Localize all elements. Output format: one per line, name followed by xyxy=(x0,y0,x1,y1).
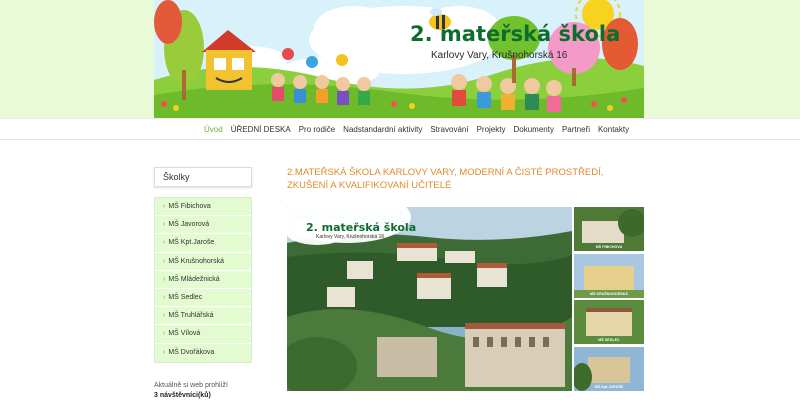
thumbnail-kpt-jarose[interactable]: MŠ Kpt.JAROŠE xyxy=(574,346,644,391)
sidebar-heading: Školky xyxy=(154,167,252,187)
site-title[interactable]: 2. mateřská škola xyxy=(410,22,620,46)
page-heading: 2.MATEŘSKÁ ŠKOLA KARLOVY VARY, MODERNÍ A… xyxy=(287,167,604,191)
header-banner: 2. mateřská škola Karlovy Vary, Krušnoho… xyxy=(154,0,644,118)
sidebar-item-label: MŠ Fibichova xyxy=(168,203,211,210)
sidebar-item-label: MŠ Mládežnická xyxy=(168,275,220,283)
photo-logo-subtitle: Karlovy Vary, Krušnohorská 16 xyxy=(316,234,385,240)
sidebar-item-javorova[interactable]: › MŠ Javorová xyxy=(155,216,251,235)
bullet-icon: › xyxy=(163,239,166,247)
thumbnail-krusnohorska[interactable]: MŠ KRUŠNOHORSKÁ xyxy=(574,253,644,298)
thumbnail-label: MŠ Kpt.JAROŠE xyxy=(594,384,624,389)
bullet-icon: › xyxy=(163,330,166,338)
main-navigation: Úvod ÚŘEDNÍ DESKA Pro rodiče Nadstandard… xyxy=(0,118,800,140)
bullet-icon: › xyxy=(163,257,166,265)
nav-item-dokumenty[interactable]: Dokumenty xyxy=(513,125,553,134)
sidebar-item-label: MŠ Krušnohorská xyxy=(168,257,224,265)
bullet-icon: › xyxy=(163,312,166,320)
visitor-counter: Aktuálně si web prohlíží 3 návštěvníci(k… xyxy=(154,381,228,400)
sidebar-item-krusnohorska[interactable]: › MŠ Krušnohorská xyxy=(155,253,251,271)
thumbnail-sedlec[interactable]: MŠ SEDLEC xyxy=(574,300,644,344)
sidebar-item-label: MŠ Truhlářská xyxy=(168,312,214,320)
photo-logo-title: 2. mateřská škola xyxy=(306,221,417,234)
banner-illustration xyxy=(154,0,644,118)
bullet-icon: › xyxy=(163,203,166,210)
sidebar-item-vilova[interactable]: › MŠ Vílová xyxy=(155,325,251,344)
thumbnail-label: MŠ SEDLEC xyxy=(598,338,620,342)
nav-menu: Úvod ÚŘEDNÍ DESKA Pro rodiče Nadstandard… xyxy=(204,125,637,134)
nav-item-pro-rodice[interactable]: Pro rodiče xyxy=(299,125,335,134)
sidebar-item-label: MŠ Sedlec xyxy=(168,293,203,301)
thumbnail-gallery: MŠ FIBICHOVA MŠ KRUŠNOHORSKÁ MŠ SEDLEC M… xyxy=(574,207,644,393)
sidebar-item-kpt-jarose[interactable]: › MŠ Kpt.Jaroše xyxy=(155,234,251,253)
nav-item-uredni-deska[interactable]: ÚŘEDNÍ DESKA xyxy=(231,125,291,134)
bullet-icon: › xyxy=(163,221,166,229)
sidebar-item-sedlec[interactable]: › MŠ Sedlec xyxy=(155,289,251,308)
nav-item-uvod[interactable]: Úvod xyxy=(204,125,223,134)
bullet-icon: › xyxy=(163,293,166,301)
sidebar-item-label: MŠ Vílová xyxy=(168,330,201,338)
sidebar-item-truhlarska[interactable]: › MŠ Truhlářská xyxy=(155,307,251,326)
visitor-counter-value: 3 návštěvníci(ků) xyxy=(154,392,211,399)
nav-item-nadstandardni-aktivity[interactable]: Nadstandardní aktivity xyxy=(343,125,422,134)
bullet-icon: › xyxy=(163,275,166,283)
site-subtitle: Karlovy Vary, Krušnohorská 16 xyxy=(431,50,568,61)
sidebar-item-dvorakova[interactable]: › MŠ Dvořákova xyxy=(155,344,251,362)
nav-item-projekty[interactable]: Projekty xyxy=(477,125,506,134)
sidebar-item-mladeznicka[interactable]: › MŠ Mládežnická xyxy=(155,271,251,289)
nav-item-partneri[interactable]: Partneři xyxy=(562,125,590,134)
visitor-counter-label: Aktuálně si web prohlíží xyxy=(154,382,228,389)
sidebar-item-label: MŠ Kpt.Jaroše xyxy=(168,239,215,247)
sidebar-item-label: MŠ Dvořákova xyxy=(168,348,215,356)
sidebar-schools-list: › MŠ Fibichova › MŠ Javorová › MŠ Kpt.Jaroš… xyxy=(154,197,252,363)
thumbnail-label: MŠ KRUŠNOHORSKÁ xyxy=(589,291,629,296)
sidebar-item-label: MŠ Javorová xyxy=(168,221,210,229)
nav-item-kontakty[interactable]: Kontakty xyxy=(598,125,629,134)
thumbnail-fibichova[interactable]: MŠ FIBICHOVA xyxy=(574,207,644,251)
thumbnail-label: MŠ FIBICHOVA xyxy=(595,245,623,249)
bullet-icon: › xyxy=(163,348,166,356)
nav-item-stravovani[interactable]: Stravování xyxy=(430,125,468,134)
sidebar-item-fibichova[interactable]: › MŠ Fibichova xyxy=(155,198,251,217)
